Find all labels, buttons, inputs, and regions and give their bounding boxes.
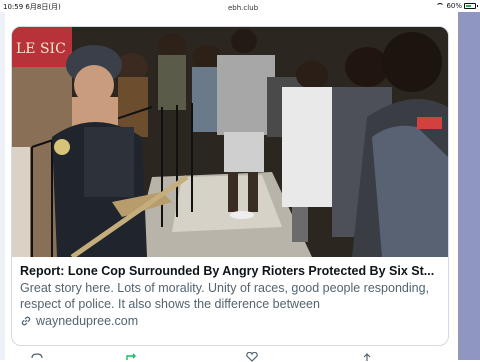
photo-sign-text: LE SIC (16, 41, 66, 57)
wifi-icon (436, 3, 445, 9)
tweet-action-bar (0, 350, 480, 362)
link-icon (21, 316, 31, 326)
battery-icon (464, 3, 478, 9)
link-preview-card[interactable]: LE SIC Report: Lone Cop Surrounded By An… (11, 26, 449, 346)
battery-percent: 60% (446, 2, 462, 10)
status-indicators: 60% (436, 2, 478, 10)
address-url[interactable]: ebh.club (228, 4, 258, 12)
card-headline[interactable]: Report: Lone Cop Surrounded By Angry Rio… (20, 264, 440, 279)
battery-fill (466, 5, 471, 7)
card-summary: Great story here. Lots of morality. Unit… (20, 281, 430, 311)
left-edge-background (0, 12, 5, 360)
share-icon[interactable] (360, 352, 374, 362)
reply-icon[interactable] (30, 352, 44, 362)
right-edge-background (458, 12, 480, 360)
status-time: 10:59 (3, 3, 24, 11)
news-photo: LE SIC (12, 27, 448, 257)
card-link-row[interactable]: waynedupree.com (20, 314, 440, 328)
status-time-date: 10:59 6月8日(月) (3, 2, 61, 12)
status-bar: 10:59 6月8日(月) ebh.club 60% (0, 0, 480, 12)
retweet-icon[interactable] (125, 352, 139, 362)
status-date: 6月8日(月) (25, 3, 61, 11)
card-text: Report: Lone Cop Surrounded By Angry Rio… (20, 264, 440, 328)
heart-icon[interactable] (245, 352, 259, 362)
card-domain[interactable]: waynedupree.com (36, 314, 138, 328)
